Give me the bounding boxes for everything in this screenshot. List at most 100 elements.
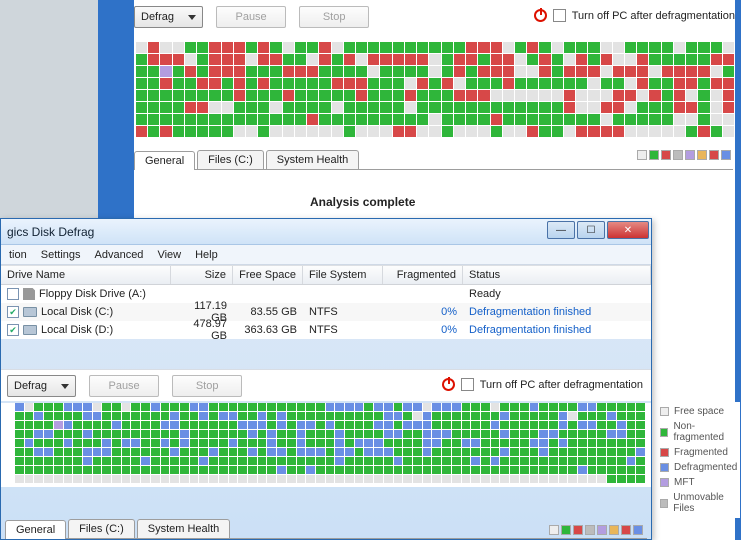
- cluster-cell: [197, 126, 208, 137]
- menu-tion[interactable]: tion: [9, 249, 27, 261]
- drive-row[interactable]: ✔Local Disk (D:)478.97 GB363.63 GBNTFS0%…: [1, 321, 651, 339]
- cluster-cell: [500, 448, 509, 456]
- cluster-cell: [588, 54, 599, 65]
- cluster-cell: [73, 457, 82, 465]
- cluster-cell: [335, 430, 344, 438]
- cluster-cell: [161, 457, 170, 465]
- cluster-cell: [131, 475, 140, 483]
- cluster-cell: [559, 457, 568, 465]
- bg-defrag-dropdown[interactable]: Defrag: [134, 6, 203, 28]
- tab-files-c-[interactable]: Files (C:): [197, 150, 264, 169]
- fg-defrag-dropdown[interactable]: Defrag: [7, 375, 76, 397]
- menu-view[interactable]: View: [157, 249, 181, 261]
- row-checkbox[interactable]: [7, 288, 19, 300]
- tab-general[interactable]: General: [134, 151, 195, 170]
- cluster-cell: [93, 457, 102, 465]
- cluster-cell: [64, 412, 73, 420]
- cluster-cell: [636, 466, 645, 474]
- column-header[interactable]: Size: [171, 266, 233, 284]
- fg-titlebar[interactable]: gics Disk Defrag — ☐ ✕: [1, 219, 651, 245]
- cluster-cell: [374, 475, 383, 483]
- cluster-cell: [380, 42, 391, 53]
- cluster-cell: [481, 448, 490, 456]
- cluster-cell: [295, 102, 306, 113]
- tab-system-health[interactable]: System Health: [137, 519, 231, 538]
- menu-settings[interactable]: Settings: [41, 249, 81, 261]
- cluster-cell: [25, 430, 34, 438]
- cluster-cell: [332, 78, 343, 89]
- cluster-cell: [413, 412, 422, 420]
- cluster-cell: [454, 114, 465, 125]
- column-header[interactable]: Status: [463, 266, 651, 284]
- cluster-cell: [83, 439, 92, 447]
- cluster-cell: [491, 403, 500, 411]
- cluster-cell: [510, 412, 519, 420]
- row-checkbox[interactable]: ✔: [7, 324, 19, 336]
- bg-stop-button[interactable]: Stop: [299, 6, 369, 28]
- cluster-cell: [345, 457, 354, 465]
- cluster-cell: [307, 102, 318, 113]
- cluster-cell: [527, 54, 538, 65]
- cluster-cell: [698, 126, 709, 137]
- cluster-cell: [636, 448, 645, 456]
- drive-row[interactable]: Floppy Disk Drive (A:)Ready: [1, 285, 651, 303]
- cluster-cell: [136, 66, 147, 77]
- cluster-cell: [723, 114, 734, 125]
- cluster-cell: [295, 78, 306, 89]
- cluster-cell: [283, 114, 294, 125]
- cluster-cell: [270, 66, 281, 77]
- fg-pause-button[interactable]: Pause: [89, 375, 159, 397]
- cluster-cell: [588, 448, 597, 456]
- row-checkbox[interactable]: ✔: [7, 306, 19, 318]
- cluster-cell: [54, 475, 63, 483]
- column-header[interactable]: Fragmented: [383, 266, 463, 284]
- cluster-cell: [394, 421, 403, 429]
- bg-poweroff-checkbox[interactable]: [553, 9, 566, 22]
- cluster-cell: [15, 421, 24, 429]
- cluster-cell: [248, 457, 257, 465]
- cluster-cell: [413, 475, 422, 483]
- close-button[interactable]: ✕: [607, 221, 649, 239]
- column-header[interactable]: Free Space: [233, 266, 303, 284]
- cluster-cell: [199, 457, 208, 465]
- cluster-cell: [34, 466, 43, 474]
- cluster-cell: [102, 475, 111, 483]
- minimize-button[interactable]: —: [547, 221, 575, 239]
- cluster-cell: [530, 430, 539, 438]
- cluster-cell: [613, 42, 624, 53]
- fg-poweroff-checkbox[interactable]: [461, 378, 474, 391]
- cluster-cell: [442, 42, 453, 53]
- menu-help[interactable]: Help: [195, 249, 218, 261]
- drive-row[interactable]: ✔Local Disk (C:)117.19 GB83.55 GBNTFS0%D…: [1, 303, 651, 321]
- cluster-cell: [454, 54, 465, 65]
- tab-general[interactable]: General: [5, 520, 66, 539]
- cluster-cell: [530, 475, 539, 483]
- cluster-cell: [597, 430, 606, 438]
- cluster-cell: [15, 430, 24, 438]
- cluster-cell: [277, 448, 286, 456]
- menu-advanced[interactable]: Advanced: [95, 249, 144, 261]
- column-header[interactable]: File System: [303, 266, 383, 284]
- cluster-cell: [442, 78, 453, 89]
- drive-status: Defragmentation finished: [463, 324, 651, 336]
- tab-system-health[interactable]: System Health: [266, 150, 360, 169]
- tab-files-c-[interactable]: Files (C:): [68, 519, 135, 538]
- bg-analysis-status: Analysis complete: [310, 195, 415, 209]
- cluster-cell: [199, 430, 208, 438]
- cluster-cell: [209, 466, 218, 474]
- cluster-cell: [307, 66, 318, 77]
- cluster-cell: [64, 421, 73, 429]
- maximize-button[interactable]: ☐: [577, 221, 605, 239]
- cluster-cell: [112, 421, 121, 429]
- cluster-cell: [335, 403, 344, 411]
- cluster-cell: [539, 90, 550, 101]
- cluster-cell: [185, 78, 196, 89]
- fg-stop-button[interactable]: Stop: [172, 375, 242, 397]
- bg-pause-button[interactable]: Pause: [216, 6, 286, 28]
- cluster-cell: [151, 448, 160, 456]
- cluster-cell: [510, 448, 519, 456]
- cluster-cell: [160, 42, 171, 53]
- cluster-cell: [73, 448, 82, 456]
- column-header[interactable]: Drive Name: [1, 266, 171, 284]
- cluster-cell: [355, 403, 364, 411]
